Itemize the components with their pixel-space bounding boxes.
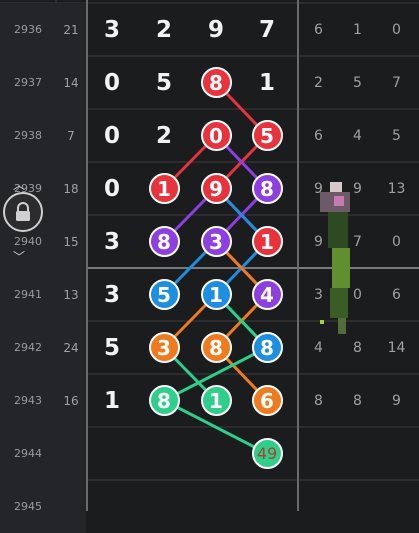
sum-value: 18 xyxy=(56,162,86,215)
number-ball: 8 xyxy=(200,67,232,98)
digit-cell: 3 xyxy=(103,228,120,255)
digit-cell: 1 xyxy=(103,387,120,414)
trend-chart-board: 2936 21 3 2 9 7 6 1 0 2937 14 0 5 1 2 5 7 2938 7 0 2 6 4 5 2939 1… xyxy=(0,0,419,533)
digit-cell: 5 xyxy=(103,334,120,361)
extra-stat-cell xyxy=(299,480,338,533)
extra-stat-cell: 7 xyxy=(392,74,401,91)
extra-stat-cell: 5 xyxy=(353,74,362,91)
period-row: 2936 21 3 2 9 7 6 1 0 xyxy=(0,3,419,56)
extra-stat-cell: 1 xyxy=(353,21,362,38)
period-number: 2937 xyxy=(0,56,56,109)
number-ball: 1 xyxy=(200,279,232,310)
period-number: 2936 xyxy=(0,3,56,56)
extra-stat-cell: 13 xyxy=(387,180,406,197)
digit-cell xyxy=(138,427,190,480)
digit-cell: 3 xyxy=(103,281,120,308)
sum-value: 21 xyxy=(56,3,86,56)
extra-stat-cell: 4 xyxy=(353,127,362,144)
extra-stat-cell xyxy=(338,427,377,480)
digit-cell: 0 xyxy=(103,175,120,202)
sum-value: 16 xyxy=(56,374,86,427)
number-ball: 8 xyxy=(200,332,232,363)
digit-cell: 3 xyxy=(103,16,120,43)
extra-stat-cell: 9 xyxy=(392,392,401,409)
period-number: 2941 xyxy=(0,268,56,321)
number-ball: 6 xyxy=(251,385,283,416)
number-ball: 1 xyxy=(148,173,180,204)
digit-cell xyxy=(86,427,138,480)
digit-cell: 1 xyxy=(258,69,275,96)
extra-stat-cell: 0 xyxy=(392,21,401,38)
extra-stat-cell: 2 xyxy=(314,74,323,91)
chevron-up-icon[interactable]: ︿ xyxy=(13,176,25,193)
sum-value xyxy=(56,427,86,480)
extra-stat-cell: 5 xyxy=(392,127,401,144)
number-ball: 3 xyxy=(148,332,180,363)
extra-stat-cell xyxy=(299,427,338,480)
extra-stat-cell: 0 xyxy=(392,233,401,250)
number-ball: 4 xyxy=(251,279,283,310)
extra-stat-cell: 8 xyxy=(353,392,362,409)
digit-cell: 5 xyxy=(155,69,172,96)
sum-value xyxy=(56,480,86,533)
period-number: 2943 xyxy=(0,374,56,427)
sum-value: 14 xyxy=(56,56,86,109)
extra-stat-cell: 14 xyxy=(387,339,406,356)
digit-cell: 0 xyxy=(103,122,120,149)
digit-cell: 7 xyxy=(258,16,275,43)
period-number: 2938 xyxy=(0,109,56,162)
number-ball: 8 xyxy=(251,332,283,363)
period-number: 2942 xyxy=(0,321,56,374)
extra-stat-cell: 6 xyxy=(392,286,401,303)
blurred-sticker xyxy=(316,182,352,342)
extra-stat-cell: 8 xyxy=(314,392,323,409)
lock-icon xyxy=(16,202,30,221)
digit-cell: 2 xyxy=(155,122,172,149)
period-number: 2944 xyxy=(0,427,56,480)
digit-cell: 2 xyxy=(155,16,172,43)
sum-value: 7 xyxy=(56,109,86,162)
digit-cell: 9 xyxy=(207,16,224,43)
extra-stat-cell: 6 xyxy=(314,127,323,144)
sum-value: 13 xyxy=(56,268,86,321)
number-ball: 1 xyxy=(200,385,232,416)
sum-value: 15 xyxy=(56,215,86,268)
period-row: 2945 xyxy=(0,480,419,533)
number-ball: 8 xyxy=(251,173,283,204)
digit-cell: 0 xyxy=(103,69,120,96)
period-number: 2945 xyxy=(0,480,56,533)
number-ball: 5 xyxy=(148,279,180,310)
extra-stat-cell xyxy=(338,480,377,533)
extra-stat-cell xyxy=(377,480,416,533)
number-ball: 3 xyxy=(200,226,232,257)
digit-cell xyxy=(138,480,190,533)
number-ball: 49 xyxy=(251,438,283,469)
period-row: 2944 xyxy=(0,427,419,480)
number-ball: 5 xyxy=(251,120,283,151)
number-ball: 8 xyxy=(148,385,180,416)
number-ball: 0 xyxy=(200,120,232,151)
extra-stat-cell: 6 xyxy=(314,21,323,38)
number-ball: 1 xyxy=(251,226,283,257)
chevron-down-icon[interactable]: ﹀ xyxy=(13,248,25,265)
digit-cell xyxy=(190,480,242,533)
extra-stat-cell xyxy=(377,427,416,480)
sum-value: 24 xyxy=(56,321,86,374)
number-ball: 8 xyxy=(148,226,180,257)
number-ball: 9 xyxy=(200,173,232,204)
digit-cell xyxy=(190,427,242,480)
digit-cell xyxy=(86,480,138,533)
lock-button[interactable] xyxy=(3,192,43,232)
digit-cell xyxy=(241,480,293,533)
